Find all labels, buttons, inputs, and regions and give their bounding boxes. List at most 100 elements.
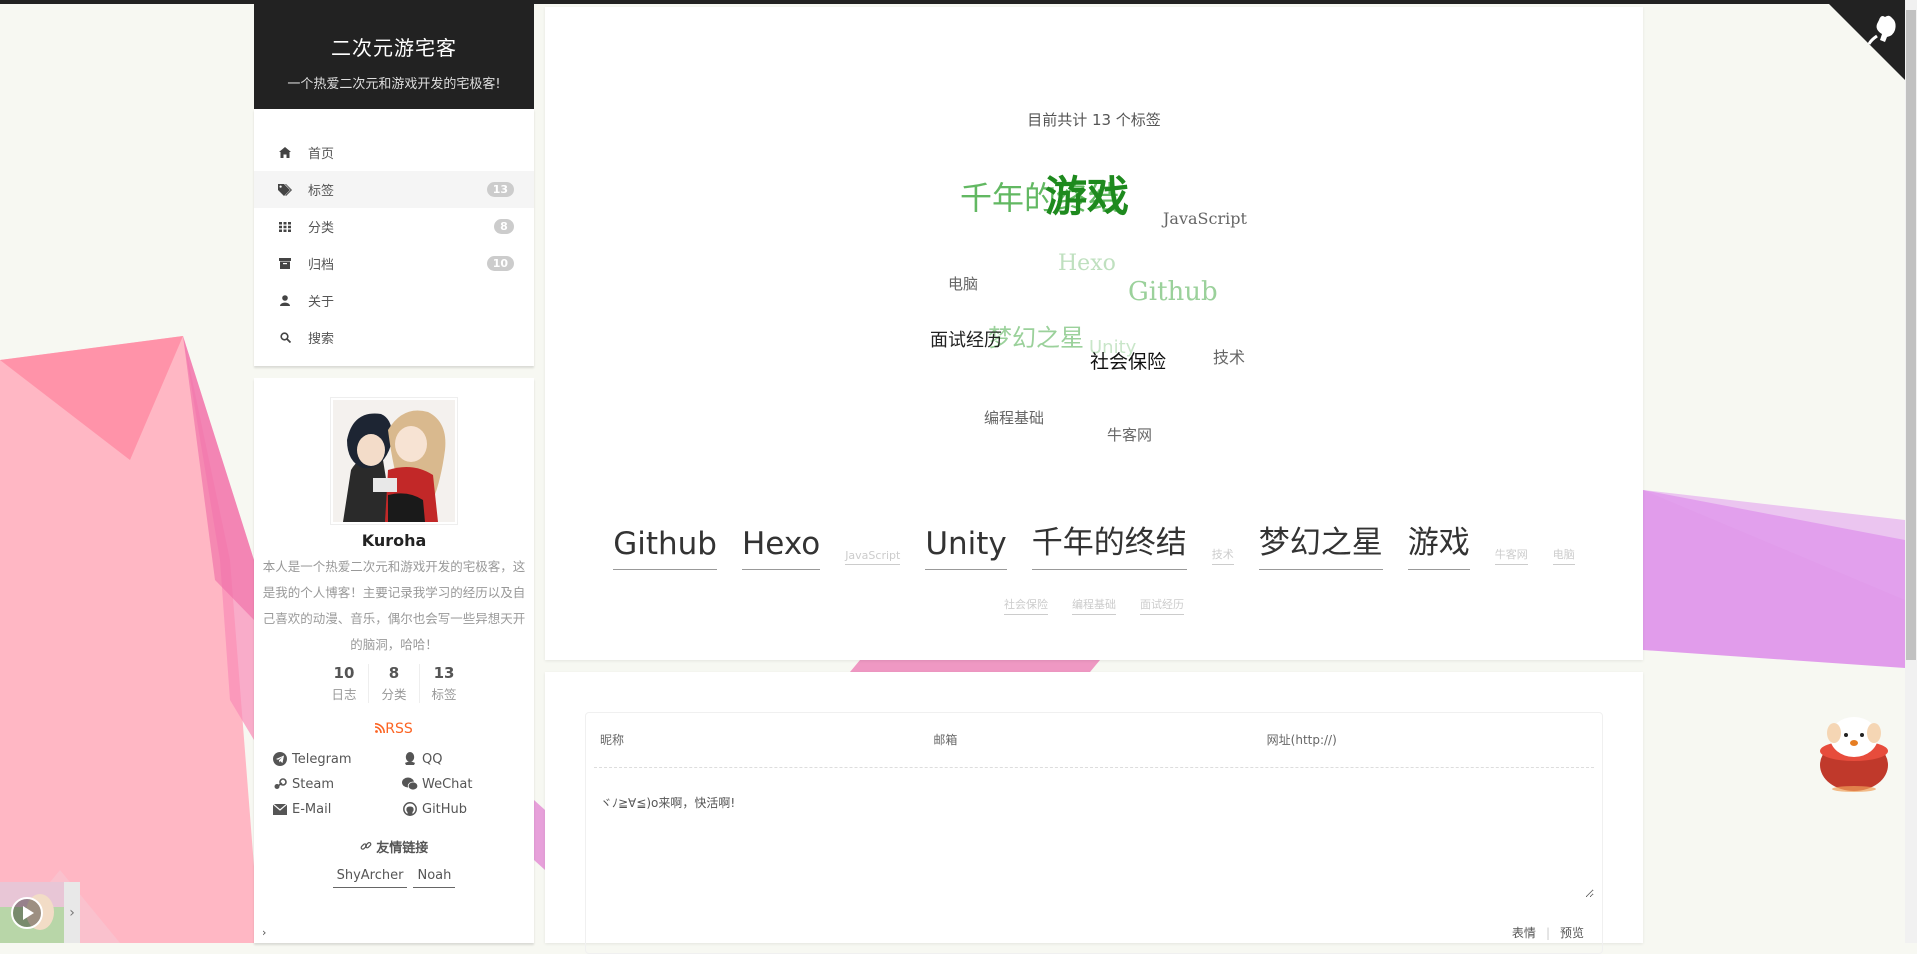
tag-list-row: Github Hexo JavaScript Unity 千年的终结技术 梦幻之星 游戏牛客… — [545, 517, 1643, 570]
rss-icon — [375, 723, 386, 734]
tag-link[interactable]: Github — [613, 526, 717, 570]
tag-link[interactable]: Unity — [925, 526, 1007, 570]
cloud-tag[interactable]: Hexo — [1058, 251, 1116, 276]
cloud-tag[interactable]: 牛客网 — [1107, 424, 1152, 445]
cloud-tag[interactable]: JavaScript — [1163, 209, 1247, 228]
site-stats: 10 日志 8 分类 13 标签 — [254, 664, 534, 703]
social-wechat[interactable]: WeChat — [402, 776, 512, 792]
tag-link[interactable]: JavaScript — [845, 549, 901, 565]
cloud-tag[interactable]: 面试经历 — [930, 326, 1002, 352]
tag-list: Github Hexo JavaScript Unity 千年的终结技术 梦幻之星 游戏牛客… — [545, 517, 1643, 620]
social-steam[interactable]: Steam — [272, 776, 402, 792]
music-player[interactable]: › — [0, 882, 80, 943]
menu-item-tags[interactable]: 标签 13 — [254, 171, 534, 208]
preview-button[interactable]: 预览 — [1560, 926, 1584, 940]
scrollbar-thumb[interactable] — [1906, 10, 1916, 660]
friends-title: 友情链接 — [376, 841, 429, 856]
album-cover[interactable] — [0, 882, 64, 943]
nickname-input[interactable] — [594, 713, 928, 767]
tag-link[interactable]: 编程基础 — [1072, 596, 1116, 615]
stat-number: 10 — [333, 664, 355, 682]
friend-links: ShyArcher Noah — [254, 868, 534, 888]
tag-link[interactable]: 梦幻之星 — [1258, 517, 1383, 570]
cloud-tag[interactable]: 梦幻之星 — [988, 318, 1084, 353]
social-telegram[interactable]: Telegram — [272, 751, 402, 767]
menu-badge: 8 — [494, 219, 514, 234]
mascot-widget[interactable] — [1814, 703, 1894, 793]
tags-icon — [276, 183, 294, 196]
comment-box: 表情 | 预览 — [585, 712, 1603, 954]
avatar-image — [333, 400, 455, 522]
tag-list-row: 社会保险 编程基础 面试经历 — [545, 596, 1643, 620]
github-corner[interactable] — [1825, 0, 1905, 80]
menu-item-home[interactable]: 首页 — [254, 134, 534, 171]
stat-categories[interactable]: 8 分类 — [368, 664, 418, 703]
top-bar — [0, 0, 1917, 4]
cloud-tag[interactable]: 编程基础 — [984, 407, 1044, 428]
friend-link[interactable]: ShyArcher — [332, 868, 408, 888]
menu-item-categories[interactable]: 分类 8 — [254, 208, 534, 245]
tag-link[interactable]: 牛客网 — [1494, 546, 1528, 565]
tag-cloud: 千年的终结 游戏 JavaScript Hexo 电脑 Github 梦幻之星 … — [545, 7, 1643, 477]
telegram-icon — [272, 751, 288, 767]
friends-heading: 友情链接 — [254, 837, 534, 856]
comment-panel: 表情 | 预览 — [545, 672, 1643, 954]
tags-panel: 目前共计 13 个标签 千年的终结 游戏 JavaScript Hexo 电脑 … — [545, 7, 1643, 660]
menu-badge: 10 — [486, 256, 514, 271]
cloud-tag[interactable]: 游戏 — [1045, 163, 1129, 224]
stat-number: 8 — [388, 664, 400, 682]
email-input[interactable] — [927, 713, 1261, 767]
menu-item-archives[interactable]: 归档 10 — [254, 245, 534, 282]
steam-icon — [272, 776, 288, 792]
emoji-button[interactable]: 表情 — [1512, 926, 1536, 940]
site-brand: 二次元游宅客 一个热爱二次元和游戏开发的宅极客! — [254, 4, 534, 109]
player-toggle-chevron-icon[interactable]: › — [64, 882, 80, 943]
tag-link[interactable]: Hexo — [741, 526, 821, 570]
social-label: WeChat — [422, 776, 473, 792]
social-label: Steam — [292, 776, 334, 792]
rss-link[interactable]: RSS — [254, 721, 534, 737]
tag-link[interactable]: 游戏 — [1407, 517, 1470, 570]
menu-item-about[interactable]: 关于 — [254, 282, 534, 319]
author-name: Kuroha — [361, 531, 427, 550]
social-links: Telegram QQ Steam WeChat E-Mail GitHub — [272, 751, 534, 817]
menu-item-label: 归档 — [308, 258, 335, 273]
cloud-tag[interactable]: Github — [1128, 277, 1218, 307]
cloud-tag[interactable]: 社会保险 — [1090, 347, 1166, 374]
menu-item-search[interactable]: 搜索 — [254, 319, 534, 356]
friend-link[interactable]: Noah — [413, 868, 456, 888]
cloud-tag[interactable]: 技术 — [1213, 344, 1245, 368]
archive-icon — [276, 258, 294, 269]
menu-item-label: 搜索 — [308, 332, 335, 347]
stat-tags[interactable]: 13 标签 — [418, 664, 469, 703]
social-label: E-Mail — [292, 801, 332, 817]
social-email[interactable]: E-Mail — [272, 801, 402, 817]
tag-link[interactable]: 社会保险 — [1004, 596, 1048, 615]
social-qq[interactable]: QQ — [402, 751, 512, 767]
tag-link[interactable]: 千年的终结 — [1031, 517, 1187, 570]
page-scrollbar[interactable] — [1905, 0, 1917, 943]
cloud-tag[interactable]: 电脑 — [948, 273, 978, 294]
tag-link[interactable]: 技术 — [1211, 546, 1234, 565]
toggle-caret[interactable]: › — [262, 926, 266, 939]
menu-badge: 13 — [486, 182, 514, 197]
tag-link[interactable]: 电脑 — [1552, 546, 1575, 565]
social-label: QQ — [422, 751, 443, 767]
rss-label: RSS — [385, 721, 413, 737]
avatar — [330, 397, 458, 525]
site-subtitle: 一个热爱二次元和游戏开发的宅极客! — [287, 77, 501, 92]
menu-item-label: 分类 — [308, 221, 335, 236]
comment-textarea[interactable] — [594, 780, 1594, 898]
comment-fields — [594, 713, 1594, 768]
site-title[interactable]: 二次元游宅客 — [254, 32, 534, 61]
website-input[interactable] — [1260, 713, 1594, 767]
stat-posts[interactable]: 10 日志 — [319, 664, 368, 703]
social-label: Telegram — [292, 751, 352, 767]
main-menu: 首页 标签 13 分类 8 归档 10 关于 搜索 — [254, 109, 534, 366]
social-github[interactable]: GitHub — [402, 801, 512, 817]
menu-item-label: 首页 — [308, 147, 335, 162]
divider: | — [1545, 926, 1550, 940]
tag-link[interactable]: 面试经历 — [1140, 596, 1184, 615]
user-icon — [276, 295, 294, 306]
github-icon — [402, 801, 418, 817]
